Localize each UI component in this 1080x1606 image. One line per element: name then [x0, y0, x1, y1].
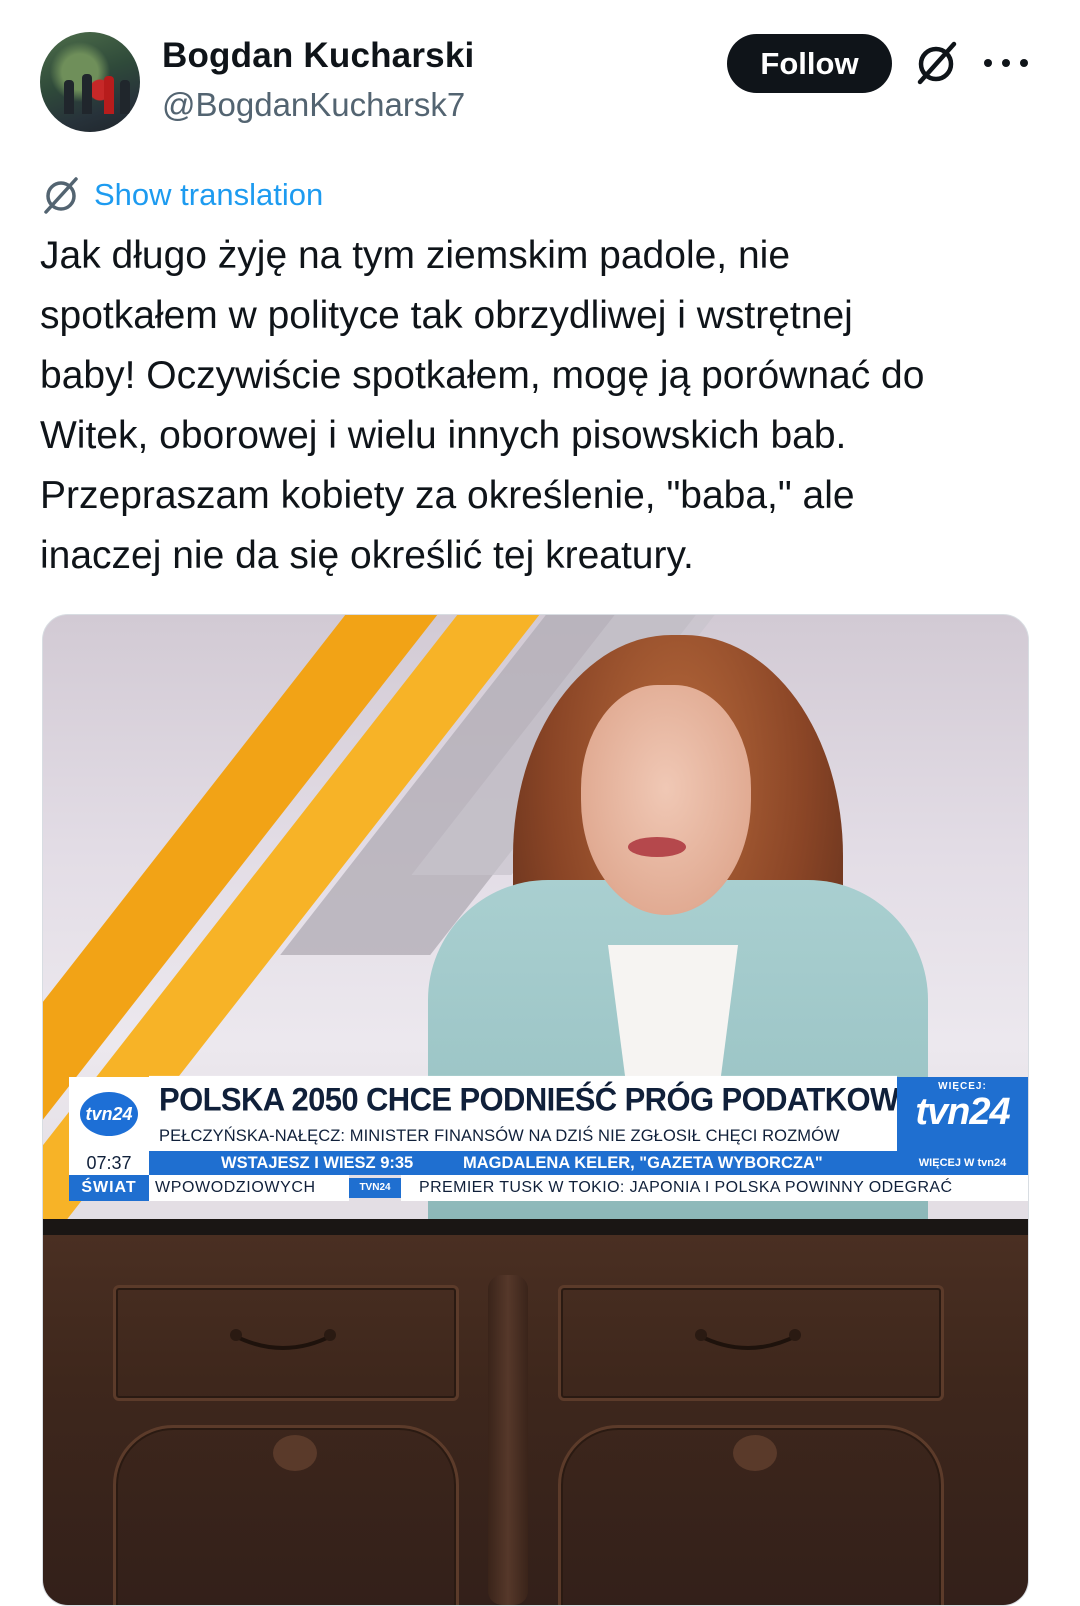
ticker-subheadline: PEŁCZYŃSKA-NAŁĘCZ: MINISTER FINANSÓW NA … — [149, 1121, 897, 1151]
tvn24-logo: tvn24 — [69, 1077, 149, 1151]
more-options-icon[interactable] — [984, 45, 1028, 81]
ticker-crawl: PREMIER TUSK W TOKIO: JAPONIA I POLSKA P… — [401, 1175, 1028, 1201]
grok-icon[interactable] — [912, 38, 962, 88]
ticker-brand-footer: WIĘCEJ W tvn24 — [897, 1151, 1028, 1175]
ticker-headline: POLSKA 2050 CHCE PODNIEŚĆ PRÓG PODATKOWY — [149, 1075, 919, 1123]
carved-ornament — [273, 1435, 317, 1471]
author-name[interactable]: Bogdan Kucharski — [162, 36, 474, 76]
ticker-program-bar: WSTAJESZ I WIESZ 9:35 MAGDALENA KELER, "… — [149, 1151, 897, 1175]
avatar-figure — [82, 74, 92, 114]
ticker-brand: WIĘCEJ: tvn24 — [897, 1077, 1028, 1151]
avatar-figure — [104, 76, 114, 114]
ticker-category-text: WPOWODZIOWYCH — [149, 1175, 349, 1201]
presenter-face — [581, 685, 751, 915]
news-ticker: tvn24 POLSKA 2050 CHCE PODNIEŚĆ PRÓG POD… — [67, 1075, 1028, 1205]
ticker-time: 07:37 — [69, 1151, 149, 1175]
ticker-guest: MAGDALENA KELER, "GAZETA WYBORCZA" — [463, 1154, 823, 1172]
author-avatar[interactable] — [40, 32, 140, 132]
tweet-text: Jak długo żyję na tym ziemskim padole, n… — [40, 234, 925, 577]
show-translation-link[interactable]: Show translation — [94, 177, 323, 213]
carved-column — [488, 1275, 528, 1605]
ticker-crawl-tag: TVN24 — [349, 1178, 401, 1198]
drawer-handle — [230, 1329, 336, 1350]
tv-studio-scene: tvn24 POLSKA 2050 CHCE PODNIEŚĆ PRÓG POD… — [43, 615, 1028, 1225]
tweet-media-image[interactable]: tvn24 POLSKA 2050 CHCE PODNIEŚĆ PRÓG POD… — [42, 614, 1029, 1606]
avatar-figure — [120, 80, 130, 114]
carved-ornament — [733, 1435, 777, 1471]
translate-row[interactable]: Show translation — [40, 174, 323, 216]
ticker-category: ŚWIAT — [69, 1175, 149, 1201]
author-handle[interactable]: @BogdanKucharsk7 — [162, 86, 465, 124]
avatar-figure — [64, 80, 74, 114]
drawer-handle — [695, 1329, 801, 1350]
tv-bezel — [43, 1219, 1028, 1235]
follow-button[interactable]: Follow — [727, 34, 892, 93]
presenter-mouth — [628, 837, 686, 857]
wooden-cabinet — [43, 1235, 1028, 1605]
translate-icon — [44, 177, 78, 214]
ticker-program: WSTAJESZ I WIESZ 9:35 — [221, 1154, 414, 1172]
